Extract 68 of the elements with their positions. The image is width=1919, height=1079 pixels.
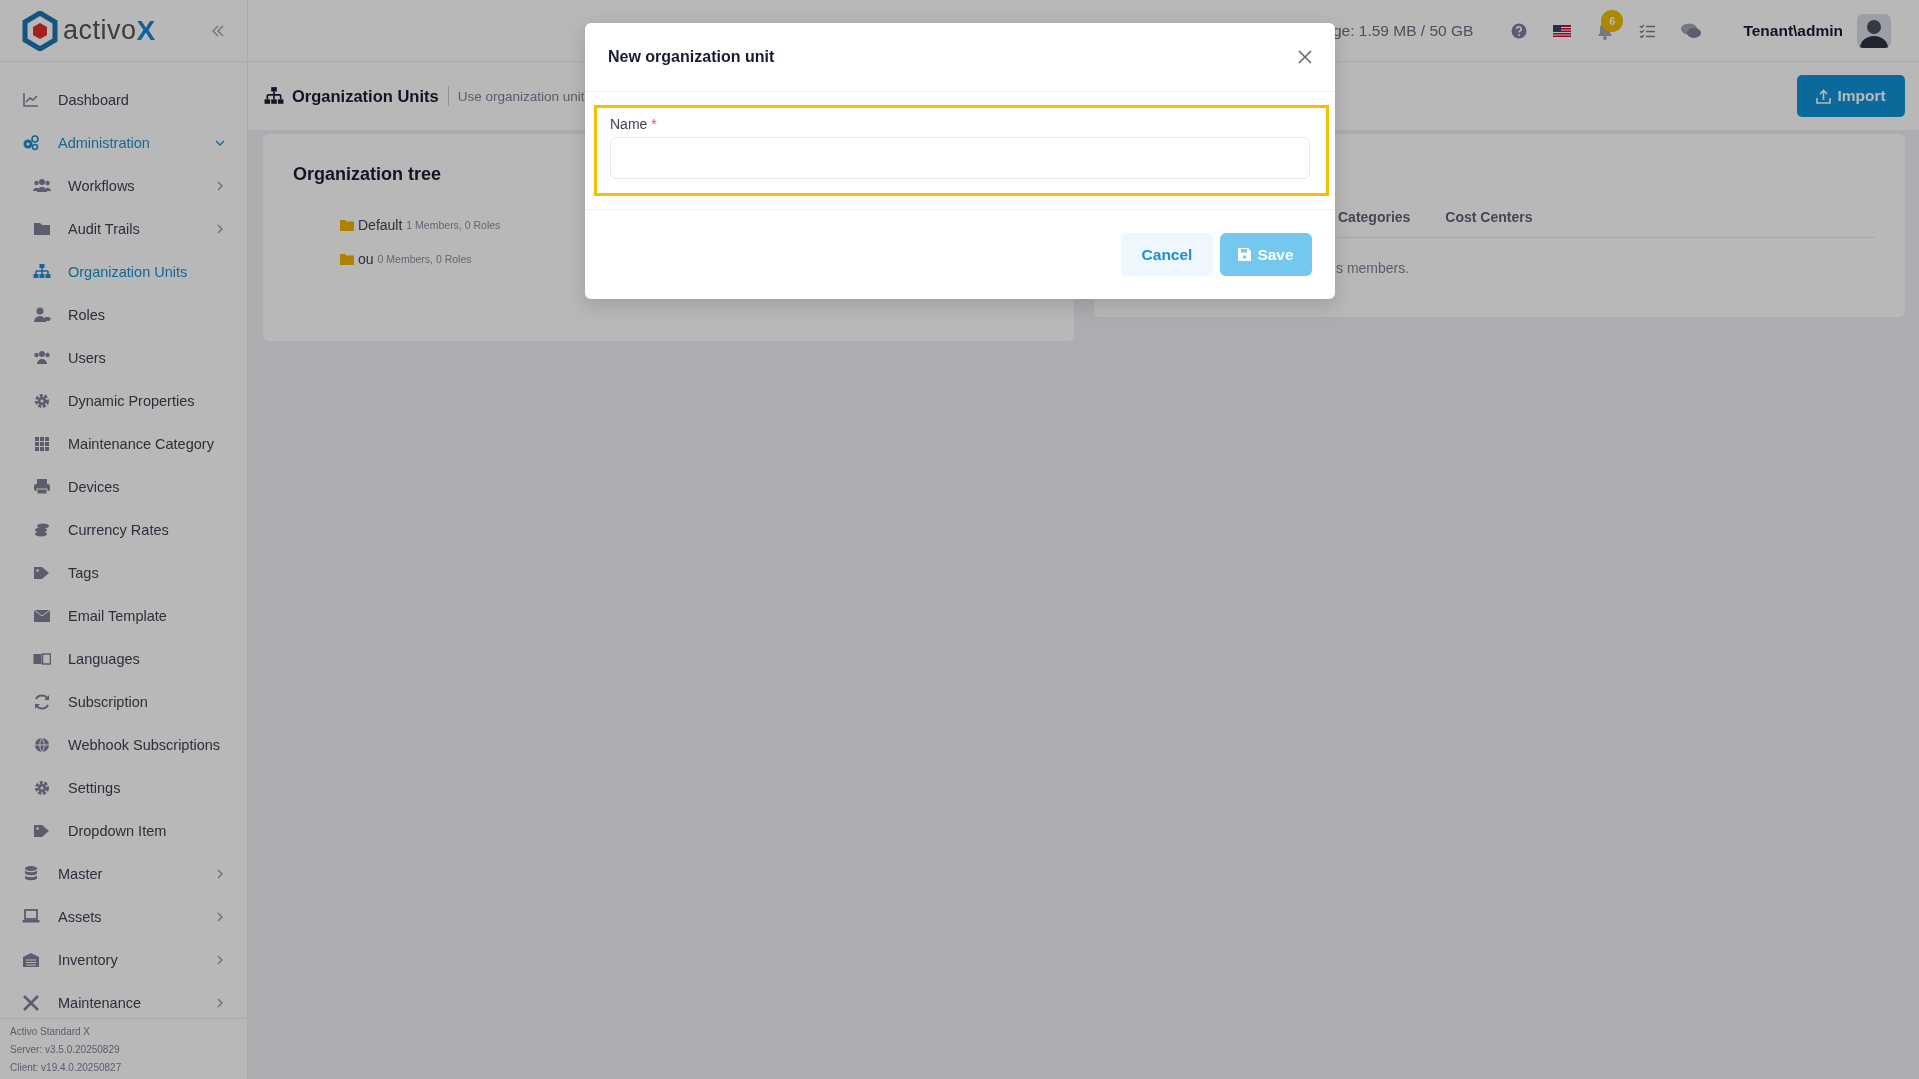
version-text: Client: v19.4.0.20250827 <box>10 1061 123 1075</box>
sidebar-item[interactable]: Email Template <box>0 594 247 637</box>
sitemap-icon <box>264 87 284 105</box>
sidebar-item[interactable]: Tags <box>0 551 247 594</box>
people-icon <box>33 348 51 367</box>
page-subtitle: Use organization unit <box>457 88 585 104</box>
card-title: Organization tree <box>293 164 443 185</box>
printer-icon <box>33 477 51 496</box>
globe-icon <box>33 735 51 754</box>
chat-icon[interactable] <box>1681 22 1702 39</box>
sidebar-item[interactable]: Dropdown Item <box>0 809 247 852</box>
sitemap-icon <box>33 262 51 281</box>
sidebar-item[interactable]: Roles <box>0 293 247 336</box>
refresh-icon <box>33 692 51 711</box>
checklist-icon[interactable] <box>1639 23 1656 38</box>
database-icon <box>22 864 40 883</box>
close-icon[interactable] <box>1297 49 1313 65</box>
folder-icon <box>340 253 354 265</box>
dialog-title: New organization unit <box>608 48 775 66</box>
people-icon <box>33 176 51 195</box>
chart-icon <box>22 90 40 109</box>
user-icon <box>33 305 51 324</box>
logo-icon <box>22 10 58 51</box>
sidebar-item[interactable]: Currency Rates <box>0 508 247 551</box>
user-name[interactable]: Tenant\admin <box>1743 21 1843 40</box>
tree-node[interactable]: ou <box>358 251 374 267</box>
logo-text: X <box>136 14 156 47</box>
sidebar-item[interactable]: Users <box>0 336 247 379</box>
sidebar-item[interactable]: Languages <box>0 637 247 680</box>
sidebar-item[interactable]: Webhook Subscriptions <box>0 723 247 766</box>
help-icon[interactable] <box>1511 22 1528 39</box>
collapse-icon[interactable] <box>211 24 225 37</box>
sidebar-item[interactable]: Settings <box>0 766 247 809</box>
flag-icon[interactable] <box>1553 24 1572 37</box>
name-field[interactable] <box>610 137 1310 179</box>
sidebar-item[interactable]: Audit Trails <box>0 207 247 250</box>
tab[interactable]: Cost Centers <box>1445 209 1533 227</box>
folder-icon <box>340 219 354 231</box>
sidebar-item[interactable]: Dashboard <box>0 78 247 121</box>
tab[interactable]: Categories <box>1338 209 1411 227</box>
sidebar-item[interactable]: Assets <box>0 895 247 938</box>
upload-icon <box>1816 88 1832 104</box>
sidebar-item[interactable]: Inventory <box>0 938 247 981</box>
gear-icon <box>33 391 51 410</box>
sidebar-item[interactable]: Workflows <box>0 164 247 207</box>
sidebar-item[interactable]: Devices <box>0 465 247 508</box>
sidebar-item[interactable]: Subscription <box>0 680 247 723</box>
node-details: 1 Members, 0 Roles <box>406 219 501 231</box>
floppy-icon <box>1238 248 1252 261</box>
version-text: Server: v3.5.0.20250829 <box>10 1043 121 1057</box>
laptop-icon <box>22 907 40 926</box>
tree-node[interactable]: Default <box>358 217 403 233</box>
notification-badge: 6 <box>1601 9 1624 32</box>
gear-icon <box>33 778 51 797</box>
sidebar-item[interactable]: Master <box>0 852 247 895</box>
sidebar-item[interactable]: Maintenance <box>0 981 247 1018</box>
members-message: s members. <box>1336 260 1411 276</box>
gears-icon <box>22 133 40 152</box>
field-label: Name * <box>610 116 658 132</box>
sidebar-item[interactable]: Dynamic Properties <box>0 379 247 422</box>
logo-text: activo <box>63 15 137 46</box>
warehouse-icon <box>22 950 40 969</box>
version-text: Activo Standard X <box>10 1025 92 1039</box>
node-details: 0 Members, 0 Roles <box>377 253 472 265</box>
avatar-icon[interactable] <box>1857 13 1891 48</box>
page-title: Organization Units <box>292 86 439 106</box>
sidebar-item[interactable]: Maintenance Category <box>0 422 247 465</box>
grid-icon <box>33 434 51 453</box>
